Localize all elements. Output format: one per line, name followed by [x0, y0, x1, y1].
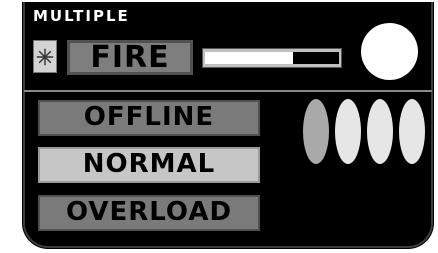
panel-title: MULTIPLE [33, 7, 130, 25]
indicator-pill [303, 99, 329, 164]
indicator-pill [399, 99, 425, 164]
snowflake-icon [36, 48, 54, 65]
indicator-pill [335, 99, 361, 164]
indicator-pill [367, 99, 393, 164]
offline-button[interactable]: OFFLINE [38, 100, 260, 136]
overload-button[interactable]: OVERLOAD [38, 195, 260, 231]
status-indicator-light [361, 23, 418, 80]
control-panel: MULTIPLE FIRE OFFLINE NORMAL OVERLOAD [22, 2, 434, 249]
mode-badge[interactable]: FIRE [67, 40, 193, 75]
divider [24, 90, 432, 92]
slider-fill [205, 52, 295, 64]
slider-remaining [293, 52, 339, 64]
level-slider[interactable] [202, 48, 342, 68]
normal-button[interactable]: NORMAL [38, 147, 260, 183]
snowflake-button[interactable] [33, 40, 57, 73]
